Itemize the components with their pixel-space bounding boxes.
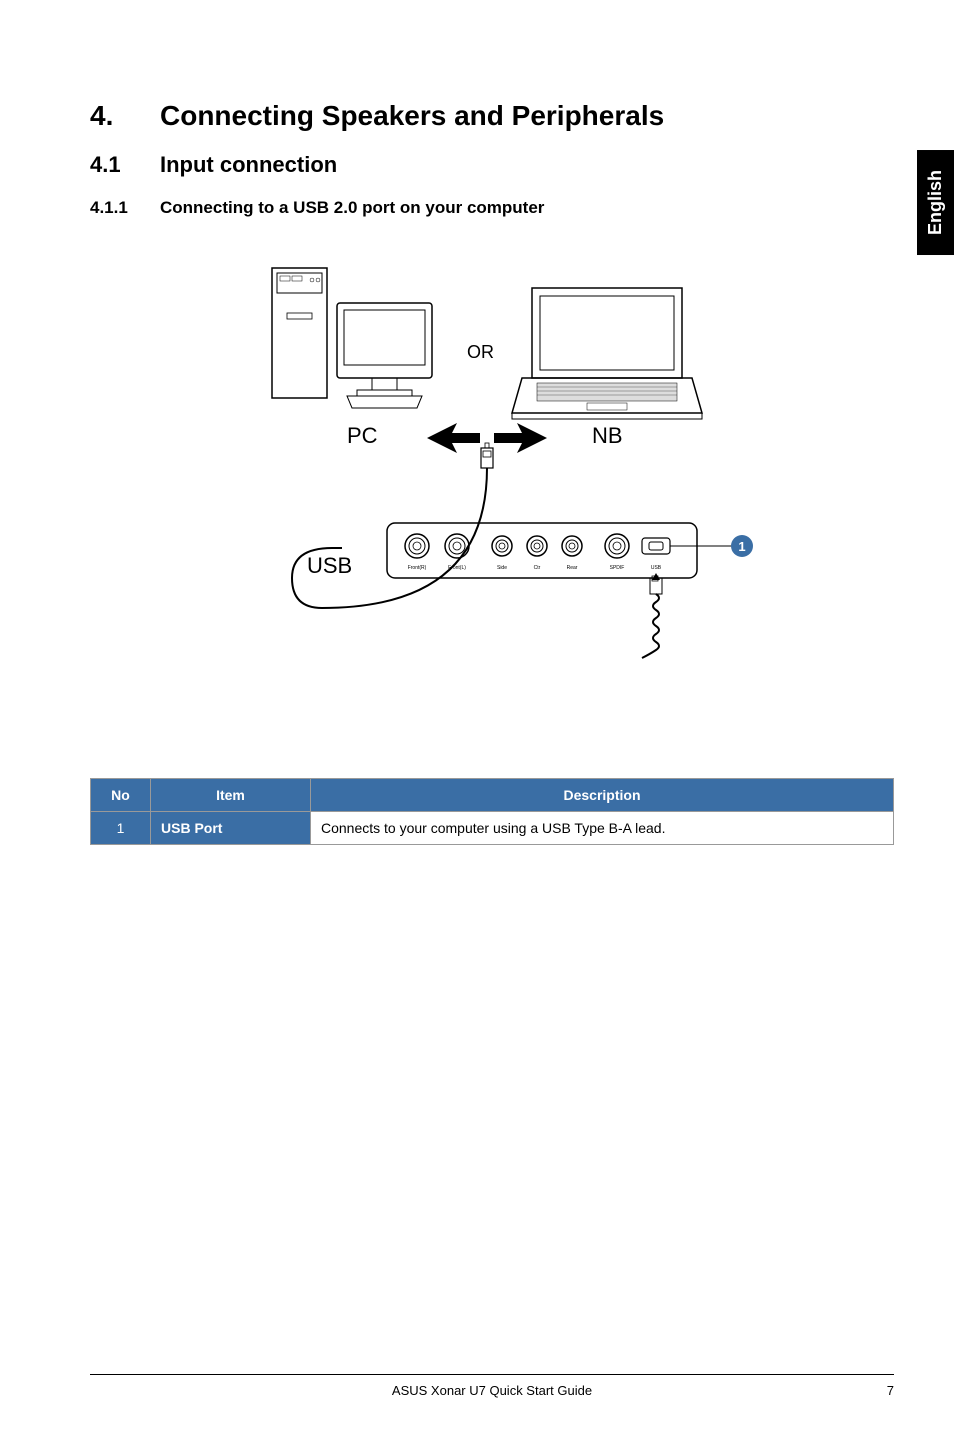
subsubsection-number: 4.1.1 [90,198,160,218]
svg-text:Front(L): Front(L) [448,565,466,571]
cell-item: USB Port [151,812,311,845]
subsubsection-heading: 4.1.1Connecting to a USB 2.0 port on you… [90,198,894,218]
usb-label: USB [307,553,352,578]
port-spdif: SPDIF [605,534,629,571]
callout-number: 1 [738,539,745,554]
section-heading: 4.Connecting Speakers and Peripherals [90,100,894,132]
cell-no: 1 [91,812,151,845]
table-row: 1 USB Port Connects to your computer usi… [91,812,894,845]
svg-text:SPDIF: SPDIF [610,565,625,571]
svg-text:USB: USB [651,565,662,571]
svg-text:Ctr: Ctr [534,565,541,571]
port-front-r: Front(R) [405,534,429,571]
nb-label: NB [592,423,623,448]
page-number: 7 [864,1383,894,1398]
cell-desc: Connects to your computer using a USB Ty… [311,812,894,845]
footer-title: ASUS Xonar U7 Quick Start Guide [120,1383,864,1398]
section-number: 4. [90,100,160,132]
port-side: Side [492,536,512,571]
port-ctr: Ctr [527,536,547,571]
section-title: Connecting Speakers and Peripherals [160,100,664,131]
language-tab: English [917,150,954,255]
svg-text:Rear: Rear [567,565,578,571]
or-label: OR [467,342,494,362]
subsection-heading: 4.1Input connection [90,152,894,178]
subsection-title: Input connection [160,152,337,177]
pc-label: PC [347,423,378,448]
svg-text:Front(R): Front(R) [408,565,427,571]
port-table: No Item Description 1 USB Port Connects … [90,778,894,845]
connection-diagram: PC OR NB USB [192,248,792,728]
subsubsection-title: Connecting to a USB 2.0 port on your com… [160,198,544,217]
th-description: Description [311,779,894,812]
port-rear: Rear [562,536,582,571]
th-no: No [91,779,151,812]
th-item: Item [151,779,311,812]
svg-text:Side: Side [497,565,507,571]
port-usb: USB [642,538,670,571]
page-footer: ASUS Xonar U7 Quick Start Guide 7 [90,1374,894,1398]
subsection-number: 4.1 [90,152,160,178]
